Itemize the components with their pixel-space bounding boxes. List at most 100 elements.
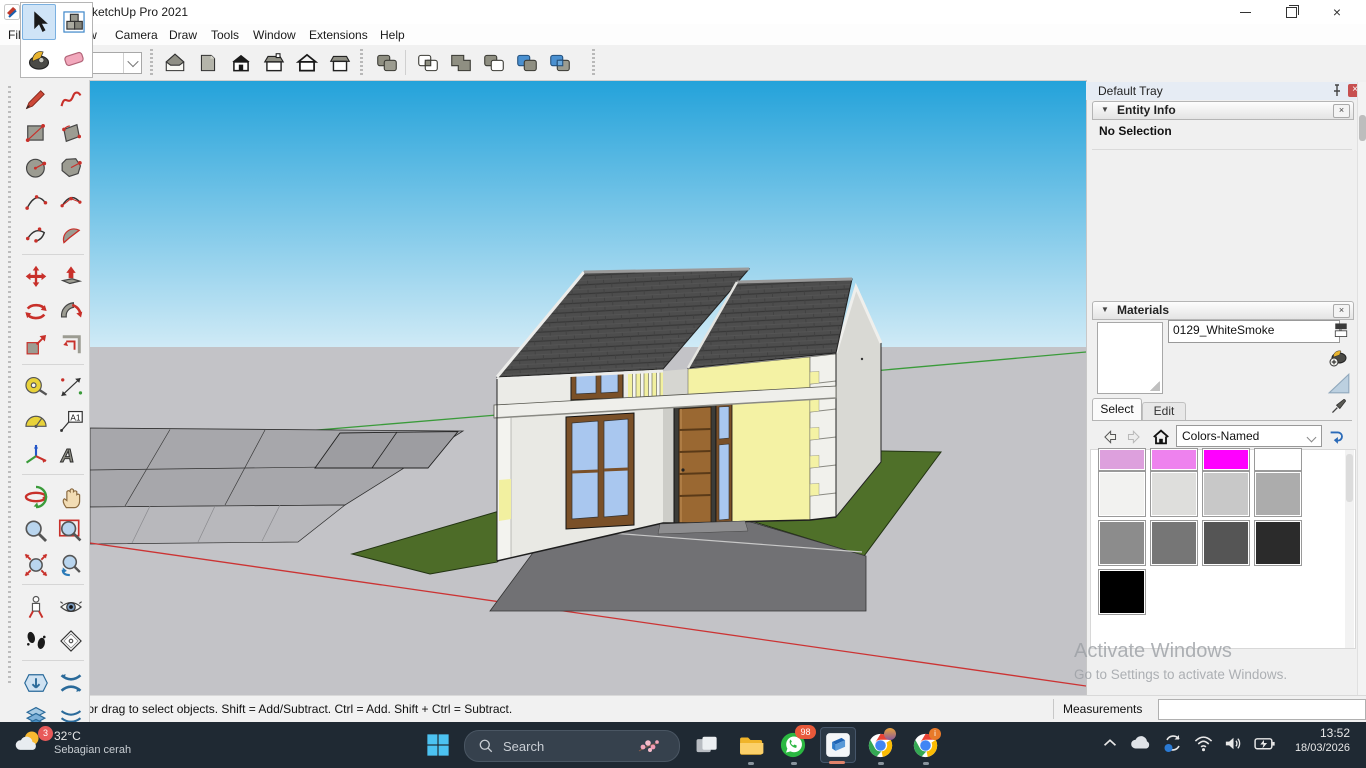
collapse-triangle-icon[interactable]: ▼ [1101, 305, 1109, 314]
scale-tool[interactable] [18, 328, 53, 362]
split-button[interactable] [545, 48, 575, 77]
ext-wave-tool[interactable] [53, 666, 88, 700]
details-arrow-icon[interactable] [1326, 426, 1348, 447]
task-view-button[interactable] [692, 731, 720, 759]
back-arrow-icon[interactable] [1098, 426, 1120, 447]
toolbar-grip[interactable] [592, 49, 595, 76]
3d-text-tool[interactable]: A [53, 438, 88, 472]
zoom-window-tool[interactable] [53, 514, 88, 548]
sync-icon[interactable] [1162, 732, 1184, 759]
tray-scrollbar[interactable] [1357, 82, 1366, 695]
material-swatch[interactable] [1150, 448, 1198, 471]
paint-bucket-tool[interactable] [22, 41, 56, 77]
back-view-button[interactable] [259, 48, 289, 77]
menu-draw[interactable]: Draw [166, 27, 200, 43]
volume-icon[interactable] [1223, 733, 1244, 759]
right-view-button[interactable] [325, 48, 355, 77]
offset-tool[interactable] [53, 328, 88, 362]
look-around-tool[interactable] [53, 590, 88, 624]
section-plane-tool[interactable] [53, 624, 88, 658]
trim-button[interactable] [512, 48, 542, 77]
close-button[interactable]: × [1314, 0, 1360, 24]
battery-icon[interactable] [1253, 732, 1276, 760]
zoom-tool[interactable] [18, 514, 53, 548]
position-camera-tool[interactable] [18, 590, 53, 624]
menu-tools[interactable]: Tools [208, 27, 242, 43]
move-tool[interactable] [18, 260, 53, 294]
material-swatch[interactable] [1254, 520, 1302, 566]
text-tool[interactable]: A1 [53, 404, 88, 438]
menu-camera[interactable]: Camera [112, 27, 161, 43]
rotate-tool[interactable] [18, 294, 53, 328]
file-explorer-icon[interactable] [736, 731, 764, 759]
left-view-button[interactable] [292, 48, 322, 77]
polygon-tool[interactable] [53, 150, 88, 184]
orbit-tool[interactable] [18, 480, 53, 514]
menu-window[interactable]: Window [250, 27, 299, 43]
circle-tool[interactable] [18, 150, 53, 184]
entity-info-header[interactable]: ▼ Entity Info × [1092, 101, 1354, 120]
minimize-button[interactable] [1222, 0, 1268, 24]
material-swatch[interactable] [1202, 520, 1250, 566]
pin-icon[interactable] [1330, 83, 1344, 98]
subtract-button[interactable] [479, 48, 509, 77]
create-material-icon[interactable] [1327, 346, 1349, 373]
outer-shell-button[interactable] [372, 48, 402, 77]
pan-tool[interactable] [53, 480, 88, 514]
pie-tool[interactable] [53, 218, 88, 252]
tab-edit[interactable]: Edit [1142, 402, 1186, 420]
material-swatch[interactable] [1098, 448, 1146, 471]
top-view-button[interactable] [193, 48, 223, 77]
material-name-field[interactable]: 0129_WhiteSmoke [1168, 320, 1340, 343]
line-tool[interactable] [18, 82, 53, 116]
axes-tool[interactable] [18, 438, 53, 472]
zoom-extents-tool[interactable] [18, 548, 53, 582]
iso-view-button[interactable] [160, 48, 190, 77]
eraser-tool[interactable] [57, 41, 91, 77]
dimension-tool[interactable] [53, 370, 88, 404]
search-box[interactable]: Search [464, 730, 680, 762]
material-swatch[interactable] [1254, 448, 1302, 471]
taskbar-clock[interactable]: 13:52 18/03/2026 [1276, 726, 1350, 754]
material-swatch[interactable] [1254, 471, 1302, 517]
material-swatch[interactable] [1202, 471, 1250, 517]
make-component-tool[interactable] [57, 4, 91, 40]
material-swatch[interactable] [1150, 520, 1198, 566]
menu-extensions[interactable]: Extensions [306, 27, 371, 43]
wifi-icon[interactable] [1193, 733, 1214, 759]
walk-tool[interactable] [18, 624, 53, 658]
hidden-icons-chevron[interactable] [1100, 733, 1120, 758]
freehand-tool[interactable] [53, 82, 88, 116]
toolbar-grip[interactable] [150, 49, 153, 76]
protractor-tool[interactable] [18, 404, 53, 438]
two-point-arc-tool[interactable] [53, 184, 88, 218]
select-tool[interactable] [22, 4, 56, 40]
combo-dropdown-button[interactable] [123, 53, 141, 73]
material-swatch[interactable] [1098, 520, 1146, 566]
swatch-scrollbar[interactable] [1345, 450, 1354, 648]
sketchup-taskbar-icon[interactable] [820, 727, 856, 763]
three-point-arc-tool[interactable] [18, 218, 53, 252]
forward-arrow-icon[interactable] [1124, 426, 1146, 447]
collapse-triangle-icon[interactable]: ▼ [1101, 105, 1109, 114]
front-view-button[interactable] [226, 48, 256, 77]
onedrive-icon[interactable] [1129, 731, 1153, 760]
material-swatch[interactable] [1098, 569, 1146, 615]
toolbar-grip[interactable] [8, 86, 11, 686]
tape-measure-tool[interactable] [18, 370, 53, 404]
entity-info-close-button[interactable]: × [1333, 104, 1350, 118]
material-swatch[interactable] [1098, 471, 1146, 517]
material-swatch[interactable] [1150, 471, 1198, 517]
sample-paint-icon[interactable] [1330, 396, 1348, 421]
house-model[interactable] [494, 269, 881, 561]
arc-tool[interactable] [18, 184, 53, 218]
tab-select[interactable]: Select [1092, 398, 1142, 420]
toolbar-grip[interactable] [360, 49, 363, 76]
measurements-input[interactable] [1158, 699, 1366, 720]
menu-help[interactable]: Help [377, 27, 408, 43]
intersect-button[interactable] [413, 48, 443, 77]
collection-dropdown[interactable]: Colors-Named [1176, 425, 1322, 447]
style-combo[interactable] [88, 52, 142, 74]
start-button[interactable] [424, 731, 452, 759]
3d-viewport[interactable] [90, 80, 1086, 695]
